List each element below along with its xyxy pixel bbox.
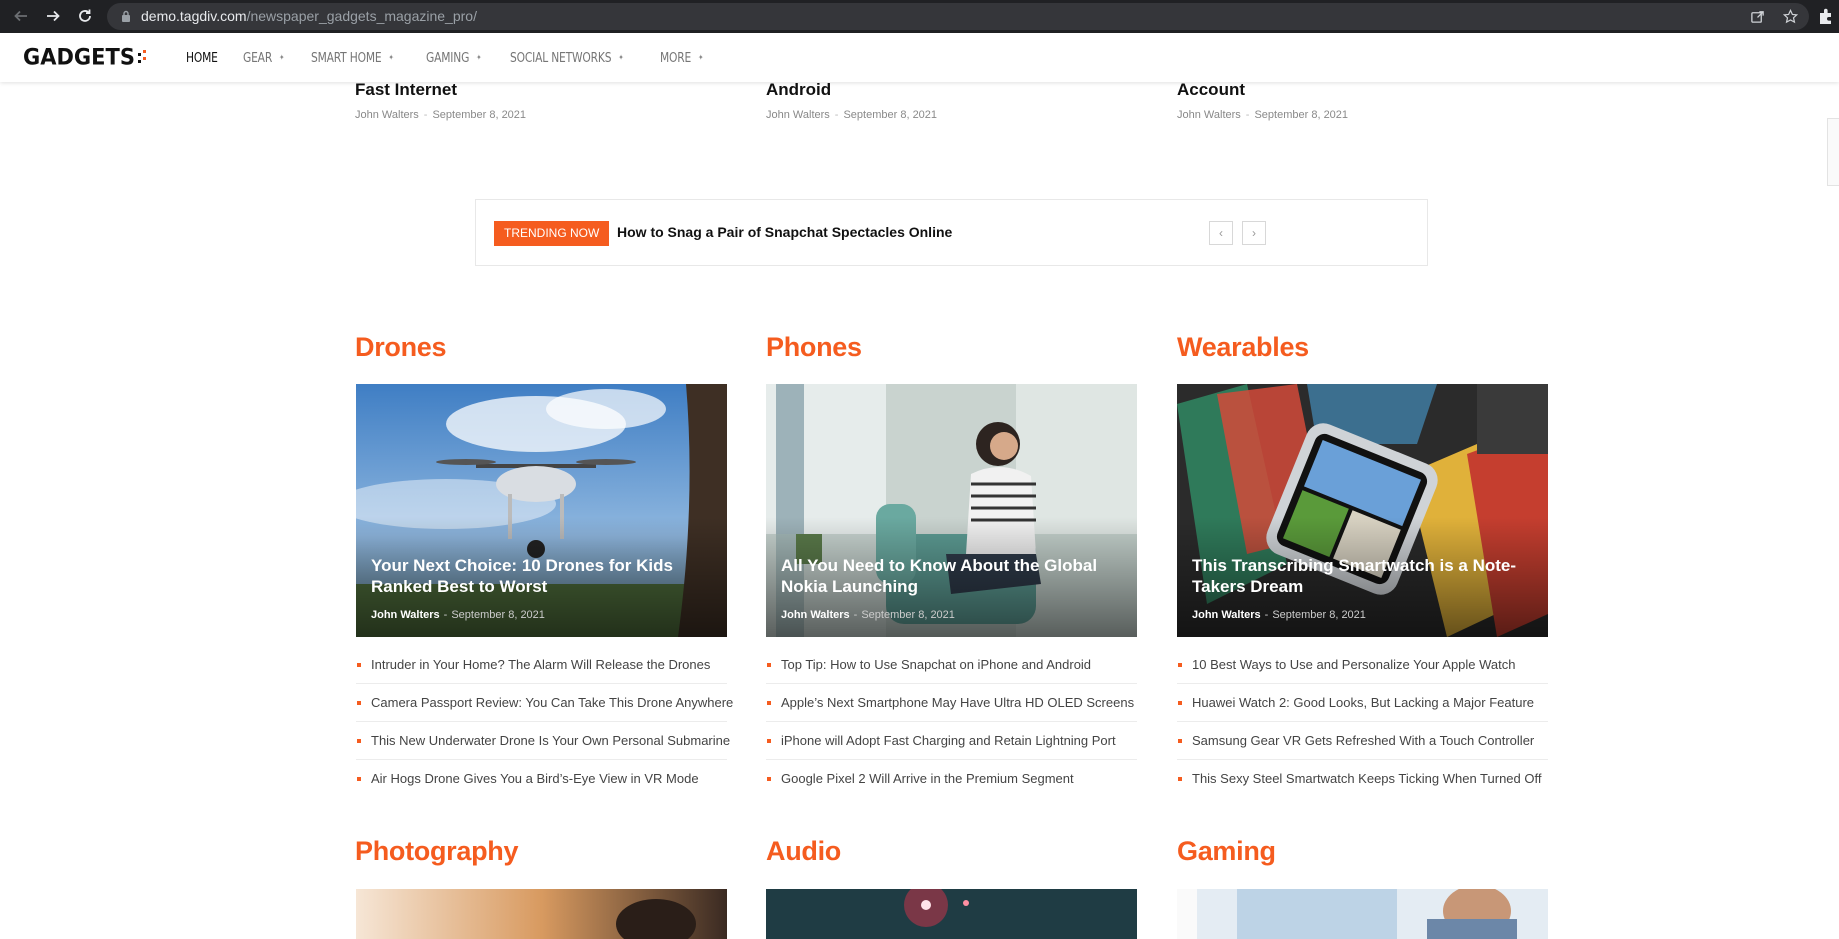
article-title[interactable]: Account [1177,80,1245,100]
dropdown-caret-icon: ✦ [476,53,482,62]
trending-label: TRENDING NOW [494,221,610,246]
article-meta: John Walters - September 8, 2021 [766,109,938,121]
dropdown-caret-icon: ✦ [279,53,285,62]
nav-item-more[interactable]: MORE ✦ [660,50,703,66]
reload-icon[interactable] [73,4,97,28]
list-item[interactable]: Apple’s Next Smartphone May Have Ultra H… [766,684,1137,722]
trending-headline[interactable]: How to Snag a Pair of Snapchat Spectacle… [617,224,952,240]
nav-item-label: GAMING [425,49,470,66]
side-widget-edge [1827,118,1839,186]
list-item[interactable]: Google Pixel 2 Will Arrive in the Premiu… [766,760,1137,798]
list-item[interactable]: Top Tip: How to Use Snapchat on iPhone a… [766,646,1137,684]
article-meta: John Walters - September 8, 2021 [355,109,527,121]
category-title-gaming[interactable]: Gaming [1177,836,1276,867]
dropdown-caret-icon: ✦ [697,53,704,62]
address-bar[interactable]: demo.tagdiv.com/newspaper_gadgets_magazi… [107,3,1809,30]
category-title-photography[interactable]: Photography [355,836,519,867]
list-item[interactable]: This Sexy Steel Smartwatch Keeps Ticking… [1177,760,1548,798]
main-navigation: HOME GEAR ✦ SMART HOME ✦ GAMING ✦ SOCIAL NETWOR… [186,33,730,82]
nav-item-label: SMART HOME [310,49,382,66]
article-title[interactable]: Fast Internet [355,80,457,100]
featured-post-meta: John Walters - September 8, 2021 [371,609,545,621]
dropdown-caret-icon: ✦ [618,53,624,62]
url-text[interactable]: demo.tagdiv.com/newspaper_gadgets_magazi… [141,8,477,25]
lock-icon [122,10,130,22]
author-link[interactable]: John Walters [1177,109,1241,121]
category-title-drones[interactable]: Drones [355,332,447,363]
forward-icon[interactable] [41,4,65,28]
bookmark-star-icon[interactable] [1782,8,1799,25]
post-list-drones: Intruder in Your Home? The Alarm Will Re… [356,646,733,798]
dropdown-caret-icon: ✦ [388,53,394,62]
nav-item-label: GEAR [243,49,273,66]
post-date: September 8, 2021 [1254,109,1349,121]
post-date: September 8, 2021 [843,109,938,121]
list-item[interactable]: 10 Best Ways to Use and Personalize Your… [1177,646,1548,684]
list-item[interactable]: This New Underwater Drone Is Your Own Pe… [356,722,730,760]
trending-next-button[interactable]: › [1242,221,1266,245]
featured-post-title[interactable]: All You Need to Know About the Global No… [781,555,1126,597]
category-title-phones[interactable]: Phones [766,332,862,363]
trending-now-bar: TRENDING NOW How to Snag a Pair of Snapc… [475,199,1428,266]
post-date: September 8, 2021 [432,109,527,121]
share-icon[interactable] [1749,8,1766,25]
logo-text: GADGETS [23,44,135,70]
gaming-image[interactable] [1177,889,1548,939]
list-item[interactable]: Camera Passport Review: You Can Take Thi… [356,684,733,722]
nav-item-gaming[interactable]: GAMING ✦ [425,49,482,66]
author-link[interactable]: John Walters [766,109,830,121]
featured-post-phones[interactable]: All You Need to Know About the Global No… [766,384,1137,637]
site-header: GADGETS HOME GEAR ✦ SMART HOME ✦ GAMING ✦ SOCIA… [0,33,1839,82]
nav-item-home[interactable]: HOME [186,50,218,66]
nav-item-smart-home[interactable]: SMART HOME ✦ [311,50,394,66]
featured-post-wearables[interactable]: This Transcribing Smartwatch is a Note-T… [1177,384,1548,637]
extensions-icon[interactable] [1817,7,1835,25]
featured-post-meta: John Walters - September 8, 2021 [781,609,955,621]
back-icon[interactable] [9,4,33,28]
audio-image[interactable] [766,889,1137,939]
featured-post-title[interactable]: Your Next Choice: 10 Drones for Kids Ran… [371,555,716,597]
author-link[interactable]: John Walters [355,109,419,121]
post-list-wearables: 10 Best Ways to Use and Personalize Your… [1177,646,1548,798]
list-item[interactable]: iPhone will Adopt Fast Charging and Reta… [766,722,1137,760]
browser-toolbar: demo.tagdiv.com/newspaper_gadgets_magazi… [0,0,1839,33]
nav-item-label: SOCIAL NETWORKS [509,49,612,66]
category-title-audio[interactable]: Audio [766,836,841,867]
article-title[interactable]: Android [766,80,831,100]
nav-item-gear[interactable]: GEAR ✦ [243,50,284,66]
nav-item-social-networks[interactable]: SOCIAL NETWORKS ✦ [509,49,624,66]
featured-post-title[interactable]: This Transcribing Smartwatch is a Note-T… [1192,555,1537,597]
trending-prev-button[interactable]: ‹ [1209,221,1233,245]
list-item[interactable]: Intruder in Your Home? The Alarm Will Re… [356,646,727,684]
featured-post-meta: John Walters - September 8, 2021 [1192,609,1366,621]
logo-mark-icon [137,48,147,66]
nav-item-label: MORE [659,49,691,66]
featured-post-drones[interactable]: Your Next Choice: 10 Drones for Kids Ran… [356,384,727,637]
list-item[interactable]: Huawei Watch 2: Good Looks, But Lacking … [1177,684,1548,722]
photography-image[interactable] [356,889,727,939]
category-title-wearables[interactable]: Wearables [1177,332,1309,363]
article-meta: John Walters - September 8, 2021 [1177,109,1349,121]
list-item[interactable]: Air Hogs Drone Gives You a Bird’s-Eye Vi… [356,760,727,798]
list-item[interactable]: Samsung Gear VR Gets Refreshed With a To… [1177,722,1548,760]
post-list-phones: Top Tip: How to Use Snapchat on iPhone a… [766,646,1137,798]
site-logo[interactable]: GADGETS [23,44,147,70]
nav-item-label: HOME [186,49,218,66]
